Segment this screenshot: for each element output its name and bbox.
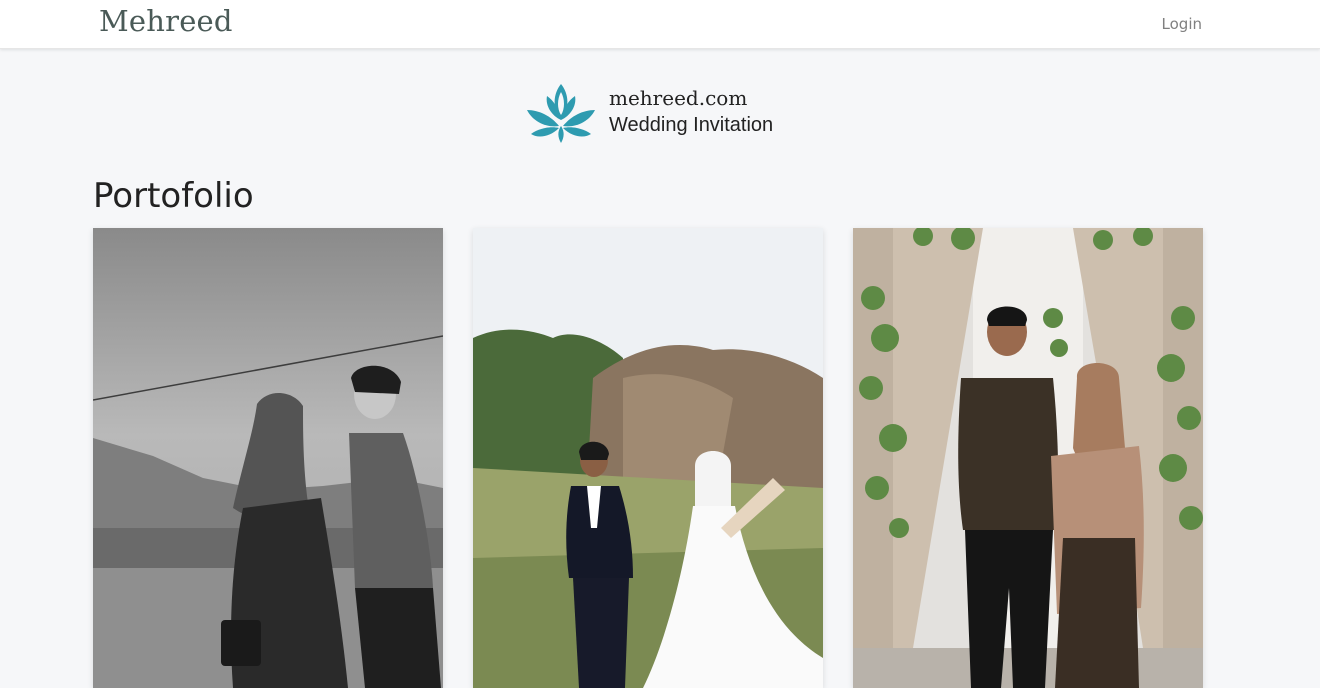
portfolio-photo-bw-couple [93,228,443,688]
portfolio-card[interactable] [93,228,443,688]
login-link[interactable]: Login [1162,15,1202,33]
top-navbar: Mehreed Login [0,0,1320,49]
portfolio-photo-couple-curtains [853,228,1203,688]
brand-logo-link[interactable]: Mehreed [99,4,233,38]
portfolio-heading: Portofolio [93,176,254,216]
portfolio-card[interactable] [853,228,1203,688]
site-logo: mehreed.com Wedding Invitation [525,82,785,146]
portfolio-photo-bride-groom [473,228,823,688]
portfolio-card[interactable] [473,228,823,688]
lotus-icon [527,84,595,143]
site-name: mehreed.com [609,86,748,110]
site-tagline: Wedding Invitation [609,114,774,136]
